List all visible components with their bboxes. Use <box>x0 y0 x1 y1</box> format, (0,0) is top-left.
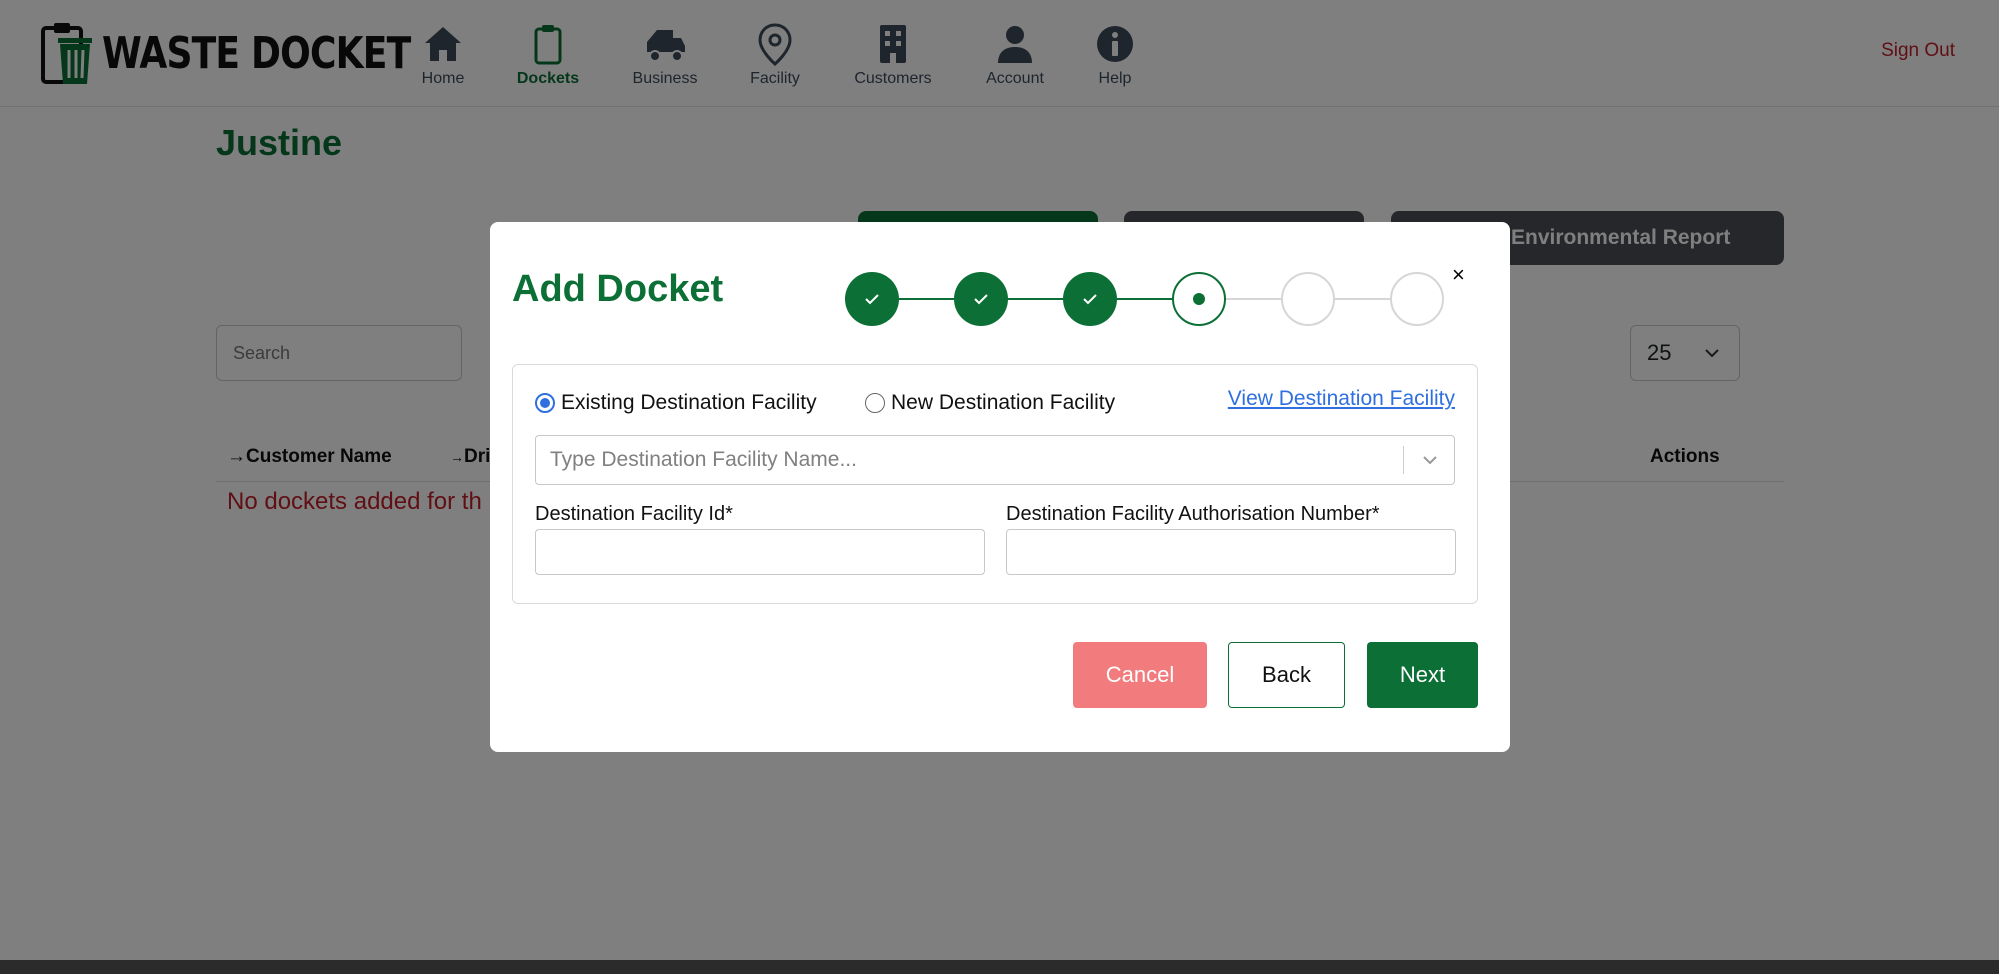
facility-auth-number-label: Destination Facility Authorisation Numbe… <box>1006 503 1380 525</box>
radio-selected-icon <box>535 393 555 413</box>
chevron-down-icon[interactable] <box>1420 450 1440 470</box>
radio-new-facility[interactable]: New Destination Facility <box>865 391 1115 415</box>
window-bottom-edge <box>0 960 1999 974</box>
step-3-complete <box>1063 272 1117 326</box>
add-docket-modal: Add Docket × Existing Destination Facili… <box>490 222 1510 752</box>
facility-id-input[interactable] <box>535 529 985 575</box>
check-icon <box>1083 294 1097 305</box>
step-6-pending <box>1390 272 1444 326</box>
dot-icon <box>1193 293 1205 305</box>
facility-id-label: Destination Facility Id* <box>535 503 733 525</box>
stepper-connector <box>898 298 954 300</box>
radio-existing-label: Existing Destination Facility <box>561 391 817 414</box>
next-button[interactable]: Next <box>1367 642 1478 708</box>
view-destination-facility-link[interactable]: View Destination Facility <box>1228 387 1455 411</box>
step-2-complete <box>954 272 1008 326</box>
check-icon <box>865 294 879 305</box>
stepper-connector <box>1116 298 1172 300</box>
stepper-connector <box>1225 298 1281 300</box>
radio-new-label: New Destination Facility <box>891 391 1116 414</box>
select-separator <box>1403 446 1404 474</box>
destination-facility-section: Existing Destination Facility New Destin… <box>512 364 1478 604</box>
destination-facility-select[interactable]: Type Destination Facility Name... <box>535 435 1455 485</box>
step-4-current <box>1172 272 1226 326</box>
select-placeholder: Type Destination Facility Name... <box>550 448 857 471</box>
close-button[interactable]: × <box>1452 262 1465 288</box>
cancel-button[interactable]: Cancel <box>1073 642 1207 708</box>
check-icon <box>974 294 988 305</box>
stepper-connector <box>1007 298 1063 300</box>
radio-existing-facility[interactable]: Existing Destination Facility <box>535 391 817 415</box>
modal-title: Add Docket <box>512 268 724 310</box>
back-button[interactable]: Back <box>1228 642 1345 708</box>
facility-auth-number-input[interactable] <box>1006 529 1456 575</box>
step-5-pending <box>1281 272 1335 326</box>
step-1-complete <box>845 272 899 326</box>
page: WASTE DOCKET Home Dockets Business Facil… <box>0 0 1999 974</box>
stepper-connector <box>1334 298 1390 300</box>
radio-unselected-icon <box>865 393 885 413</box>
